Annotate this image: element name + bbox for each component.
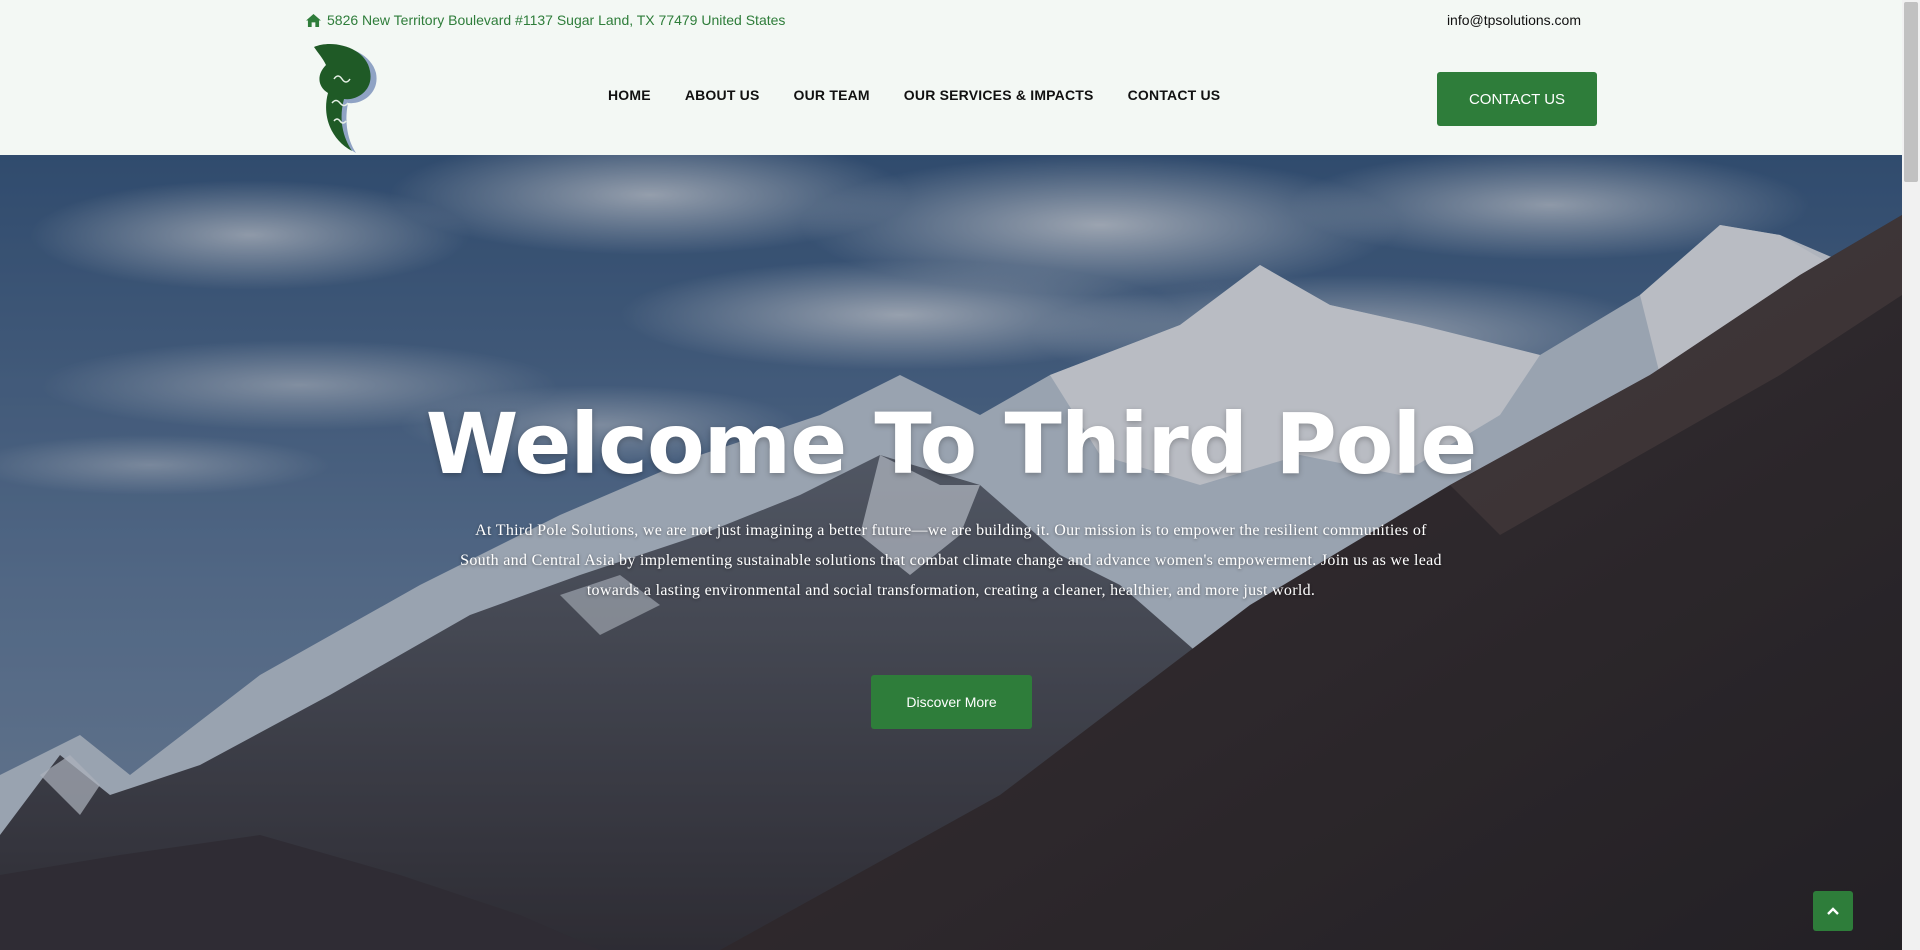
main-nav: HOME ABOUT US OUR TEAM OUR SERVICES & IM… xyxy=(608,87,1220,103)
hero-section: Welcome To Third Pole At Third Pole Solu… xyxy=(0,155,1902,950)
nav-about-us[interactable]: ABOUT US xyxy=(685,87,760,103)
hero-title: Welcome To Third Pole xyxy=(425,395,1478,493)
address: 5826 New Territory Boulevard #1137 Sugar… xyxy=(306,12,785,28)
chevron-up-icon xyxy=(1827,907,1839,915)
third-pole-logo[interactable] xyxy=(304,43,384,155)
nav-our-team[interactable]: OUR TEAM xyxy=(794,87,870,103)
discover-more-button[interactable]: Discover More xyxy=(871,675,1032,729)
back-to-top-button[interactable] xyxy=(1813,891,1853,931)
page-scrollbar[interactable] xyxy=(1902,0,1920,950)
nav-contact-us[interactable]: CONTACT US xyxy=(1128,87,1221,103)
address-text: 5826 New Territory Boulevard #1137 Sugar… xyxy=(327,12,786,28)
top-info-bar: 5826 New Territory Boulevard #1137 Sugar… xyxy=(0,0,1902,44)
scrollbar-thumb[interactable] xyxy=(1904,2,1918,182)
hero-description: At Third Pole Solutions, we are not just… xyxy=(460,522,1442,599)
site-header: HOME ABOUT US OUR TEAM OUR SERVICES & IM… xyxy=(0,43,1902,155)
contact-us-button[interactable]: CONTACT US xyxy=(1437,72,1597,126)
page: 5826 New Territory Boulevard #1137 Sugar… xyxy=(0,0,1920,950)
nav-our-services-impacts[interactable]: OUR SERVICES & IMPACTS xyxy=(904,87,1094,103)
nav-home[interactable]: HOME xyxy=(608,87,651,103)
email-link[interactable]: info@tpsolutions.com xyxy=(1447,12,1581,28)
home-icon xyxy=(306,13,321,27)
